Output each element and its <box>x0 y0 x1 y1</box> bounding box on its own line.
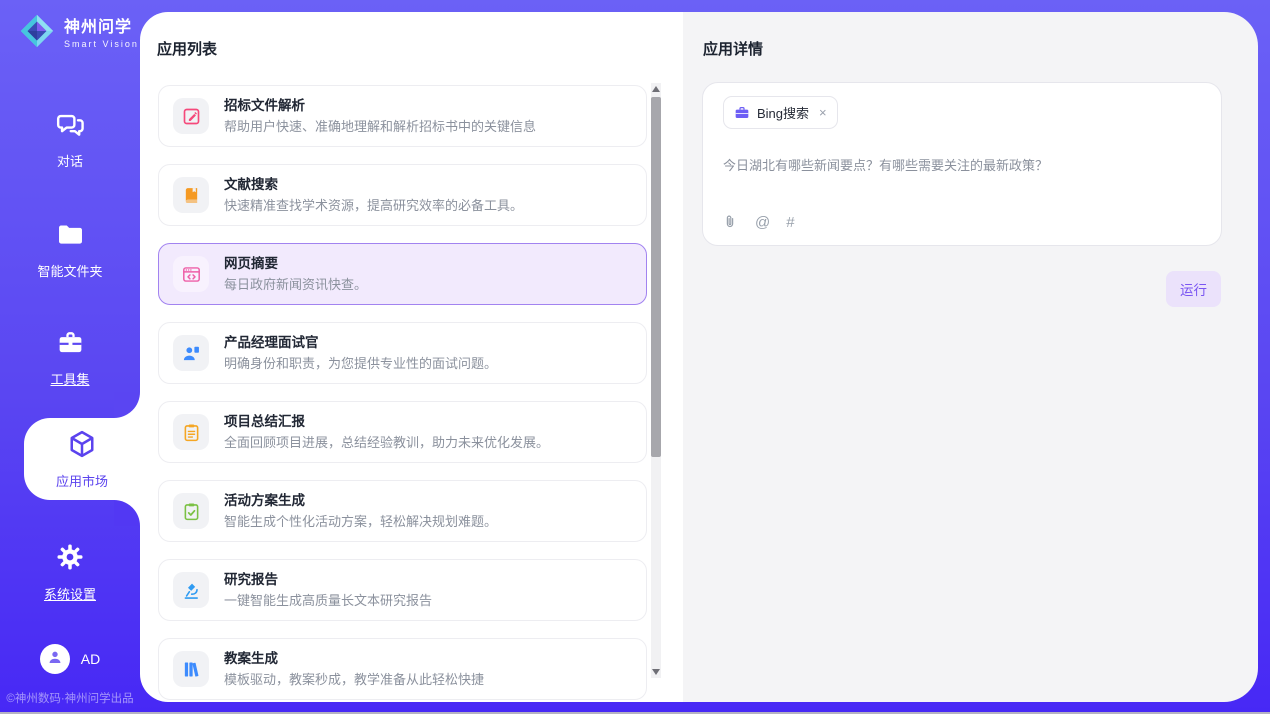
app-card-title: 文献搜索 <box>224 178 523 192</box>
app-card[interactable]: 招标文件解析 帮助用户快速、准确地理解和解析招标书中的关键信息 <box>158 85 647 147</box>
user-account[interactable]: AD <box>0 644 140 674</box>
brand-name: 神州问学 <box>64 19 132 36</box>
active-tab-curve-top <box>114 392 140 418</box>
user-initials: AD <box>81 651 100 667</box>
app-card-title: 研究报告 <box>224 573 432 587</box>
sidebar-item-app-market[interactable]: 应用市场 <box>24 418 140 500</box>
brand-logo: 神州问学 Smart Vision <box>18 12 139 50</box>
app-detail-panel: 应用详情 Bing搜索 × 今日湖北有哪些新闻要点？有哪些需要关注的最新政策？ … <box>683 12 1258 702</box>
prompt-query-text[interactable]: 今日湖北有哪些新闻要点？有哪些需要关注的最新政策？ <box>723 155 1201 174</box>
run-button[interactable]: 运行 <box>1166 271 1221 307</box>
sidebar-item-label: 工具集 <box>0 369 140 388</box>
sidebar-item-system-settings[interactable]: 系统设置 <box>0 542 140 603</box>
list-scrollbar[interactable] <box>651 83 661 678</box>
app-card-description: 一键智能生成高质量长文本研究报告 <box>224 594 432 607</box>
app-card-description: 模板驱动，教案秒成，教学准备从此轻松快捷 <box>224 673 484 686</box>
browser-code-icon <box>173 256 209 292</box>
app-card-title: 项目总结汇报 <box>224 415 549 429</box>
paperclip-icon[interactable] <box>721 213 739 231</box>
app-list: 招标文件解析 帮助用户快速、准确地理解和解析招标书中的关键信息 文献搜索 快速精… <box>158 85 647 700</box>
app-card[interactable]: 教案生成 模板驱动，教案秒成，教学准备从此轻松快捷 <box>158 638 647 700</box>
chat-icon <box>56 126 85 143</box>
clipboard-check-icon <box>173 493 209 529</box>
sidebar-item-label: 智能文件夹 <box>0 261 140 280</box>
app-card-title: 教案生成 <box>224 652 484 666</box>
app-detail-title: 应用详情 <box>683 12 1258 59</box>
app-card[interactable]: 项目总结汇报 全面回顾项目进展，总结经验教训，助力未来优化发展。 <box>158 401 647 463</box>
scrollbar-thumb[interactable] <box>651 97 661 457</box>
app-card-description: 每日政府新闻资讯快查。 <box>224 278 367 291</box>
edit-document-icon <box>173 98 209 134</box>
sidebar-item-label: 对话 <box>0 151 140 170</box>
scrollbar-down-arrow-icon[interactable] <box>652 669 660 675</box>
toolbox-icon <box>56 344 85 361</box>
app-card[interactable]: 研究报告 一键智能生成高质量长文本研究报告 <box>158 559 647 621</box>
app-card[interactable]: 活动方案生成 智能生成个性化活动方案，轻松解决规划难题。 <box>158 480 647 542</box>
app-list-panel: 应用列表 招标文件解析 帮助用户快速、准确地理解和解析招标书中的关键信息 文献搜… <box>140 12 683 702</box>
microscope-icon <box>173 572 209 608</box>
avatar <box>40 644 70 674</box>
app-card-title: 产品经理面试官 <box>224 336 497 350</box>
app-card[interactable]: 产品经理面试官 明确身份和职责，为您提供专业性的面试问题。 <box>158 322 647 384</box>
tool-tag-bing-search[interactable]: Bing搜索 × <box>723 96 838 129</box>
scrollbar-up-arrow-icon[interactable] <box>652 86 660 92</box>
sidebar-item-label: 系统设置 <box>0 584 140 603</box>
sidebar-item-toolset[interactable]: 工具集 <box>0 328 140 388</box>
app-list-title: 应用列表 <box>140 12 683 59</box>
app-card-title: 活动方案生成 <box>224 494 497 508</box>
book-icon <box>173 177 209 213</box>
sidebar-item-chat[interactable]: 对话 <box>0 110 140 170</box>
brand-tagline: Smart Vision <box>64 39 139 49</box>
close-icon[interactable]: × <box>819 105 827 120</box>
sidebar-item-smart-folders[interactable]: 智能文件夹 <box>0 220 140 280</box>
interviewer-icon <box>173 335 209 371</box>
sidebar-item-label: 应用市场 <box>24 471 140 490</box>
app-card-description: 全面回顾项目进展，总结经验教训，助力未来优化发展。 <box>224 436 549 449</box>
app-card-title: 网页摘要 <box>224 257 367 271</box>
app-card-description: 明确身份和职责，为您提供专业性的面试问题。 <box>224 357 497 370</box>
prompt-composer-card[interactable]: Bing搜索 × 今日湖北有哪些新闻要点？有哪些需要关注的最新政策？ @ # <box>702 82 1222 246</box>
app-card-description: 帮助用户快速、准确地理解和解析招标书中的关键信息 <box>224 120 536 133</box>
active-tab-curve-bottom <box>114 500 140 526</box>
cube-icon <box>67 446 97 463</box>
app-card-title: 招标文件解析 <box>224 99 536 113</box>
copyright-footer: ©神州数码·神州问学出品 <box>0 690 140 706</box>
at-icon[interactable]: @ <box>755 214 770 231</box>
sidebar: 神州问学 Smart Vision 对话 智能文件夹 工具集 应用市场 系统设置… <box>0 0 140 714</box>
hash-icon[interactable]: # <box>786 214 794 231</box>
tool-tag-label: Bing搜索 <box>757 103 809 122</box>
gear-icon <box>55 559 85 576</box>
person-icon <box>46 648 64 671</box>
briefcase-tag-icon <box>734 105 750 121</box>
folder-icon <box>56 236 85 253</box>
main-content: 应用列表 招标文件解析 帮助用户快速、准确地理解和解析招标书中的关键信息 文献搜… <box>140 12 1258 702</box>
composer-toolbar: @ # <box>721 213 795 231</box>
app-card-description: 快速精准查找学术资源，提高研究效率的必备工具。 <box>224 199 523 212</box>
app-card[interactable]: 网页摘要 每日政府新闻资讯快查。 <box>158 243 647 305</box>
clipboard-icon <box>173 414 209 450</box>
app-card-description: 智能生成个性化活动方案，轻松解决规划难题。 <box>224 515 497 528</box>
diamond-logo-icon <box>18 12 56 50</box>
books-icon <box>173 651 209 687</box>
app-card[interactable]: 文献搜索 快速精准查找学术资源，提高研究效率的必备工具。 <box>158 164 647 226</box>
